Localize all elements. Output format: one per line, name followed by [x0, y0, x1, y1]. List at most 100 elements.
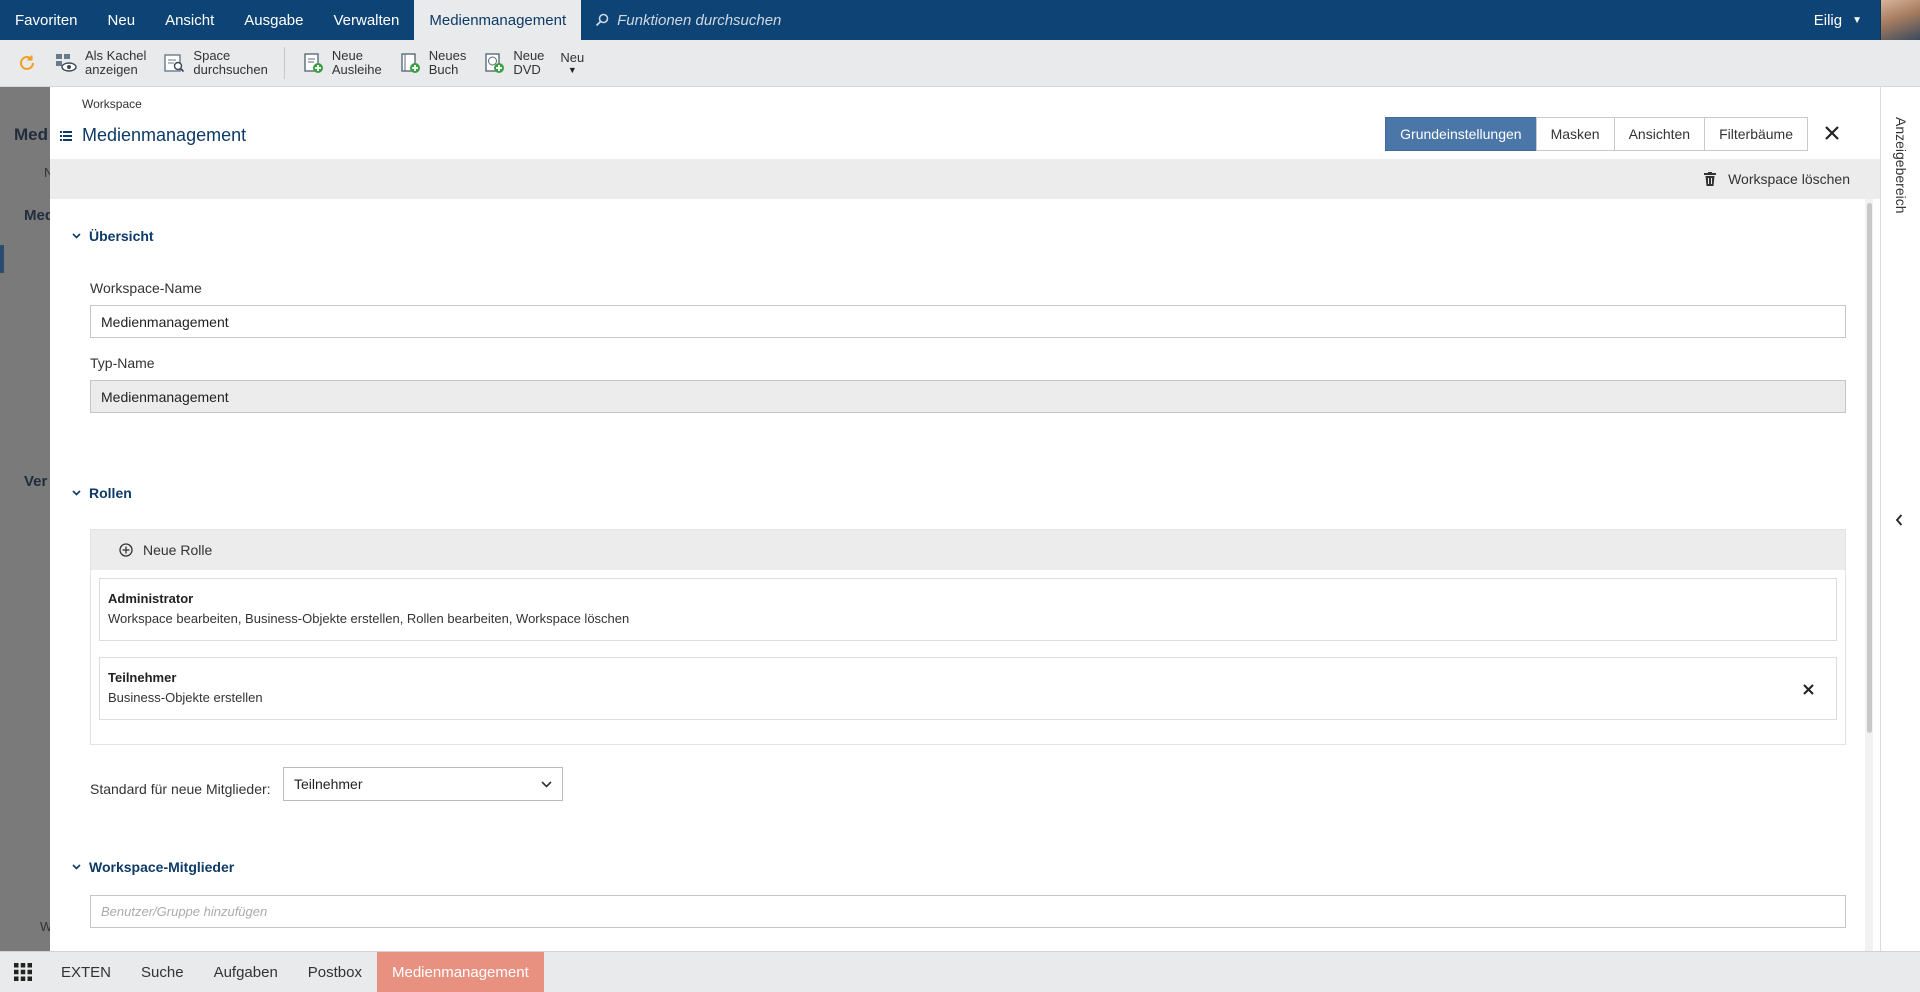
chevron-down-icon	[72, 233, 81, 239]
app-grid-icon[interactable]	[0, 952, 46, 992]
bg-selection-bar	[0, 245, 4, 273]
nav-tab-ausgabe[interactable]: Ausgabe	[229, 0, 318, 40]
roles-list: Neue Rolle Administrator Workspace bearb…	[90, 529, 1846, 745]
ribbon-toolbar: Als Kachel anzeigen Space durchsuchen Ne…	[0, 40, 1920, 87]
background-sidebar: Med N Med Ver W	[0, 87, 50, 951]
search-icon	[595, 13, 609, 27]
tile-view-label: Als Kachel anzeigen	[85, 48, 147, 77]
bottom-tab-postbox[interactable]: Postbox	[293, 952, 377, 992]
settings-content: Übersicht Workspace-Name Medienmanagemen…	[50, 199, 1865, 951]
new-loan-icon	[301, 51, 325, 75]
trash-icon	[1704, 172, 1717, 186]
chevron-down-icon	[541, 780, 552, 788]
new-more-label: Neu	[560, 50, 585, 65]
section-roles-header[interactable]: Rollen	[72, 485, 132, 501]
section-members-title: Workspace-Mitglieder	[89, 859, 235, 875]
tile-view-button[interactable]: Als Kachel anzeigen	[46, 40, 154, 86]
bg-title: Med	[14, 125, 48, 144]
action-bar: Workspace löschen	[50, 159, 1880, 199]
type-name-field: Medienmanagement	[90, 380, 1846, 413]
refresh-button[interactable]	[0, 40, 46, 86]
space-search-label: Space durchsuchen	[193, 48, 268, 77]
toolbar-separator	[283, 47, 285, 79]
space-search-icon	[162, 51, 186, 75]
default-role-label: Standard für neue Mitglieder:	[90, 781, 271, 797]
new-more-dropdown[interactable]: Neu ▼	[552, 40, 592, 86]
section-roles-title: Rollen	[89, 485, 132, 501]
scrollbar-thumb[interactable]	[1867, 203, 1872, 733]
top-navigation: Favoriten Neu Ansicht Ausgabe Verwalten …	[0, 0, 1920, 40]
list-icon	[60, 128, 72, 144]
delete-workspace-button[interactable]: Workspace löschen	[1704, 171, 1850, 187]
chevron-down-icon: ▼	[567, 65, 577, 75]
refresh-icon	[20, 55, 34, 70]
type-name-label: Typ-Name	[90, 355, 155, 371]
tab-filterbaeume[interactable]: Filterbäume	[1704, 117, 1808, 151]
bg-section-2: Ver	[24, 473, 48, 490]
avatar[interactable]	[1880, 0, 1920, 40]
plus-circle-icon	[119, 543, 133, 557]
role-permissions: Workspace bearbeiten, Business-Objekte e…	[108, 611, 630, 626]
chevron-down-icon	[72, 490, 81, 496]
page-title: Medienmanagement	[82, 125, 247, 145]
role-name: Administrator	[108, 591, 194, 606]
role-permissions: Business-Objekte erstellen	[108, 690, 263, 705]
new-loan-button[interactable]: Neue Ausleihe	[293, 40, 390, 86]
bottom-taskbar: EXTEN Suche Aufgaben Postbox Medienmanag…	[0, 951, 1920, 992]
function-search[interactable]: Funktionen durchsuchen	[581, 0, 781, 40]
role-name: Teilnehmer	[108, 670, 177, 685]
new-book-button[interactable]: Neues Buch	[390, 40, 475, 86]
nav-tab-medienmanagement[interactable]: Medienmanagement	[414, 0, 582, 40]
scrollbar[interactable]	[1865, 199, 1873, 951]
nav-tab-favoriten[interactable]: Favoriten	[0, 0, 93, 40]
delete-workspace-label: Workspace löschen	[1728, 171, 1850, 187]
breadcrumb[interactable]: Workspace	[82, 97, 142, 111]
tab-grundeinstellungen[interactable]: Grundeinstellungen	[1385, 117, 1537, 151]
section-overview-title: Übersicht	[89, 228, 154, 244]
display-area-rail[interactable]: Anzeigebereich	[1880, 87, 1920, 951]
chevron-down-icon	[72, 864, 81, 870]
tab-ansichten[interactable]: Ansichten	[1613, 117, 1706, 151]
workspace-name-label: Workspace-Name	[90, 280, 202, 296]
new-dvd-icon	[482, 51, 506, 75]
bottom-tab-suche[interactable]: Suche	[126, 952, 199, 992]
user-name: Eilig	[1813, 11, 1843, 29]
add-member-input[interactable]: Benutzer/Gruppe hinzufügen	[90, 895, 1846, 928]
tile-view-icon	[54, 51, 78, 75]
user-menu[interactable]: Eilig ▼	[1814, 0, 1880, 40]
close-icon[interactable]	[1824, 125, 1840, 144]
space-search-button[interactable]: Space durchsuchen	[154, 40, 275, 86]
new-book-icon	[398, 51, 422, 75]
panel-title: Medienmanagement	[60, 125, 246, 146]
workspace-name-field[interactable]: Medienmanagement	[90, 305, 1846, 338]
new-book-label: Neues Buch	[428, 48, 467, 77]
tab-masken[interactable]: Masken	[1535, 117, 1615, 151]
new-dvd-button[interactable]: Neue DVD	[474, 40, 552, 86]
bg-label-2: W	[40, 919, 50, 934]
new-loan-label: Neue Ausleihe	[331, 48, 382, 77]
section-members-header[interactable]: Workspace-Mitglieder	[72, 859, 234, 875]
bottom-tab-medienmanagement[interactable]: Medienmanagement	[377, 952, 544, 992]
new-role-button[interactable]: Neue Rolle	[91, 530, 1845, 570]
search-placeholder: Funktionen durchsuchen	[617, 11, 782, 29]
default-role-select[interactable]: Teilnehmer	[283, 767, 563, 801]
role-item[interactable]: Administrator Workspace bearbeiten, Busi…	[99, 578, 1837, 641]
nav-tab-verwalten[interactable]: Verwalten	[318, 0, 414, 40]
section-overview-header[interactable]: Übersicht	[72, 228, 154, 244]
nav-tab-neu[interactable]: Neu	[93, 0, 151, 40]
bottom-tab-aufgaben[interactable]: Aufgaben	[199, 952, 293, 992]
chevron-left-icon[interactable]	[1895, 513, 1903, 529]
remove-role-icon[interactable]	[1803, 682, 1814, 698]
nav-tab-ansicht[interactable]: Ansicht	[150, 0, 229, 40]
display-area-label: Anzeigebereich	[1893, 117, 1909, 214]
new-role-label: Neue Rolle	[143, 542, 213, 558]
workspace-settings-panel: Workspace Medienmanagement Grundeinstell…	[50, 87, 1880, 951]
chevron-down-icon: ▼	[1852, 14, 1862, 26]
role-item[interactable]: Teilnehmer Business-Objekte erstellen	[99, 657, 1837, 720]
settings-tabs: Grundeinstellungen Masken Ansichten Filt…	[1385, 117, 1840, 151]
default-role-value: Teilnehmer	[294, 776, 363, 792]
new-dvd-label: Neue DVD	[513, 48, 545, 77]
bottom-tab-exten[interactable]: EXTEN	[46, 952, 126, 992]
bg-section: Med	[24, 207, 50, 224]
